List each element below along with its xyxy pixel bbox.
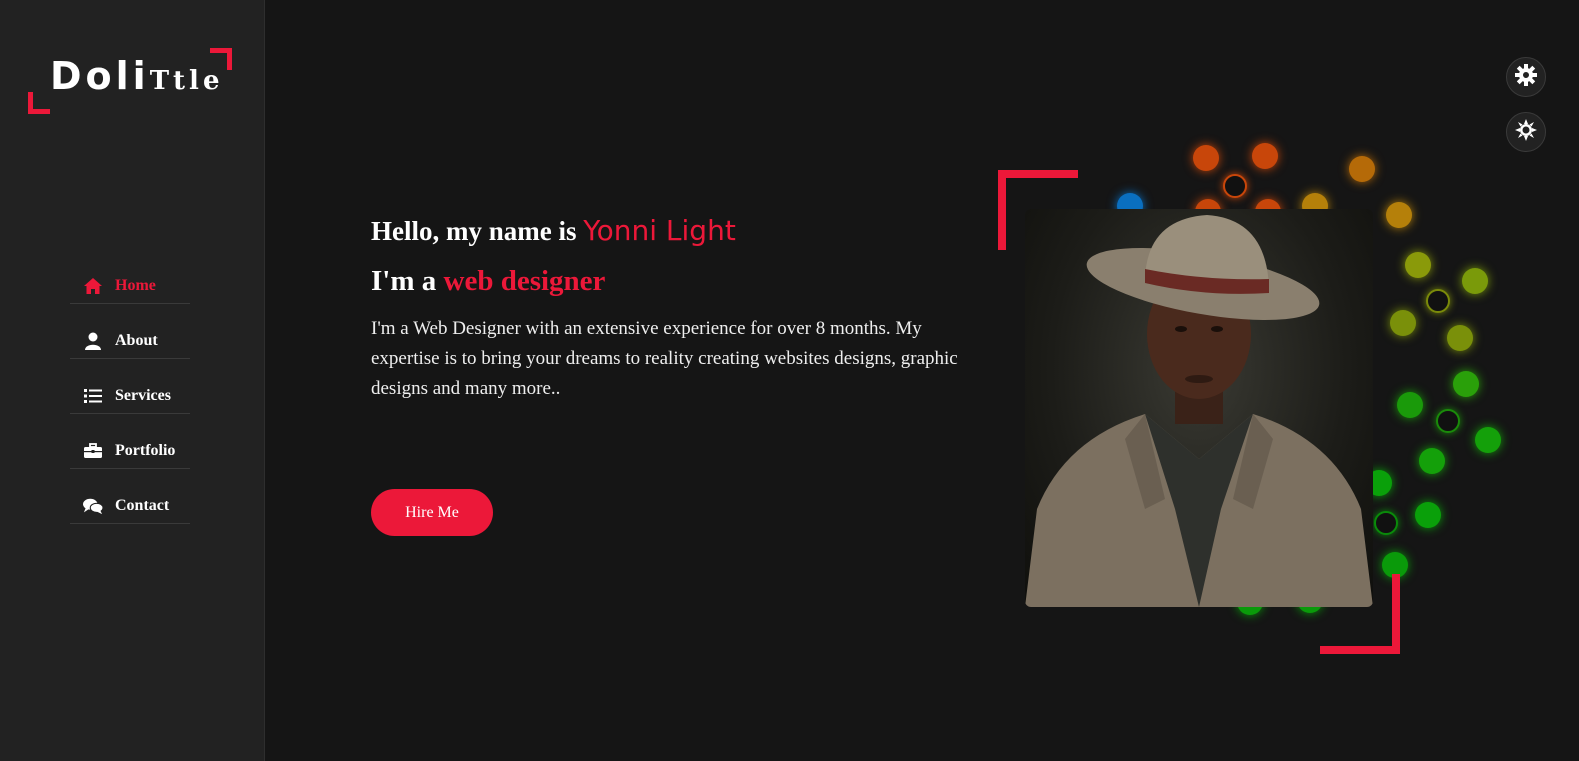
hero-intro: Hello, my name is Yonni Light I'm a web … <box>371 214 971 404</box>
decorative-dot <box>1415 502 1441 528</box>
decorative-dot <box>1193 145 1219 171</box>
nav-item-label: About <box>115 331 158 349</box>
decorative-dot <box>1349 156 1375 182</box>
sidebar: DoliTtle Home About Services Portfolio C… <box>0 0 265 761</box>
decorative-dot <box>1223 174 1247 198</box>
logo-text-part2: Ttle <box>149 66 224 96</box>
decorative-dot <box>1405 252 1431 278</box>
role-prefix: I'm a <box>371 265 444 297</box>
profile-photo <box>1025 209 1373 607</box>
nav-item-about[interactable]: About <box>70 323 190 359</box>
role-heading: I'm a web designer <box>371 265 971 298</box>
hero-name: Yonni Light <box>583 214 736 247</box>
hero-role: web designer <box>443 265 606 297</box>
nav-item-label: Home <box>115 276 156 294</box>
gear-icon <box>1515 63 1537 91</box>
greeting-heading: Hello, my name is Yonni Light <box>371 214 971 247</box>
briefcase-icon <box>83 441 103 461</box>
decorative-dot <box>1462 268 1488 294</box>
nav-item-home[interactable]: Home <box>70 268 190 304</box>
portrait-illustration <box>1025 215 1373 607</box>
decorative-dot <box>1426 289 1450 313</box>
theme-toggle-button[interactable] <box>1506 112 1546 152</box>
decorative-dot <box>1419 448 1445 474</box>
greeting-prefix: Hello, my name is <box>371 216 584 246</box>
decorative-dot <box>1397 392 1423 418</box>
decorative-dot <box>1436 409 1460 433</box>
nav-item-label: Portfolio <box>115 441 176 459</box>
settings-button[interactable] <box>1506 57 1546 97</box>
logo[interactable]: DoliTtle <box>28 48 232 114</box>
decorative-dot <box>1475 427 1501 453</box>
hire-me-button[interactable]: Hire Me <box>371 489 493 536</box>
list-icon <box>83 386 103 406</box>
decorative-dot <box>1453 371 1479 397</box>
decorative-dot <box>1447 325 1473 351</box>
logo-text-part1: Doli <box>50 54 150 98</box>
main-nav: Home About Services Portfolio Contact <box>70 268 190 543</box>
sun-icon <box>1515 118 1537 146</box>
decorative-dot <box>1374 511 1398 535</box>
home-icon <box>83 276 103 296</box>
nav-item-services[interactable]: Services <box>70 378 190 414</box>
nav-item-label: Services <box>115 386 171 404</box>
nav-item-label: Contact <box>115 496 170 514</box>
hero-photo-area <box>990 140 1520 660</box>
logo-corner-bottom-left <box>28 92 50 114</box>
nav-item-portfolio[interactable]: Portfolio <box>70 433 190 469</box>
decorative-dot <box>1386 202 1412 228</box>
nav-item-contact[interactable]: Contact <box>70 488 190 524</box>
user-icon <box>83 331 103 351</box>
comments-icon <box>83 496 103 516</box>
decorative-dot <box>1252 143 1278 169</box>
hero-description: I'm a Web Designer with an extensive exp… <box>371 318 958 399</box>
decorative-dot <box>1390 310 1416 336</box>
logo-text: DoliTtle <box>50 54 223 98</box>
